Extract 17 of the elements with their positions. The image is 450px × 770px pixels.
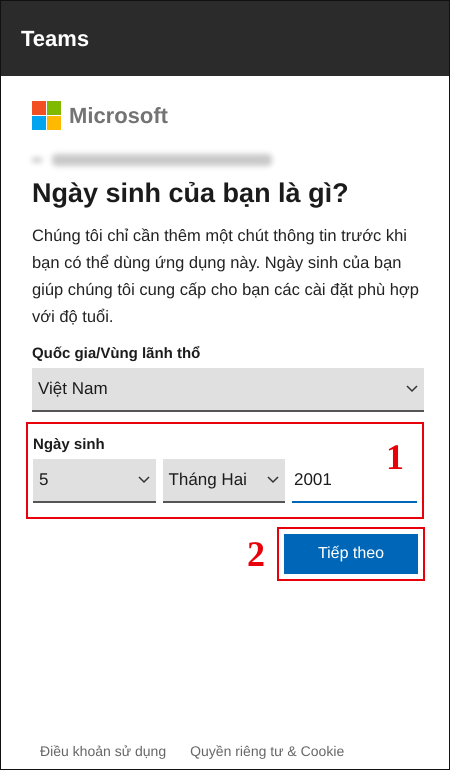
chevron-icon bbox=[406, 385, 418, 393]
page-heading: Ngày sinh của bạn là gì? bbox=[32, 178, 350, 209]
windows-logo-icon bbox=[32, 101, 61, 130]
chevron-icon bbox=[267, 476, 279, 484]
month-select[interactable]: Tháng Hai bbox=[162, 459, 285, 503]
footer-link[interactable]: Quyền riêng tư & Cookie bbox=[190, 743, 344, 759]
annotation-number: 2 bbox=[247, 533, 265, 575]
next-button[interactable]: Tiếp theo bbox=[284, 534, 418, 574]
country-label: Quốc gia/Vùng lãnh thổ bbox=[32, 345, 202, 362]
birthdate-label: Ngày sinh bbox=[33, 436, 106, 453]
day-select[interactable]: 5 bbox=[33, 459, 156, 503]
country-select[interactable]: Việt Nam bbox=[32, 368, 424, 412]
footer-link[interactable]: Điều khoản sử dụng bbox=[40, 743, 166, 759]
chevron-icon bbox=[138, 476, 150, 484]
app-title: Teams bbox=[21, 26, 90, 52]
description-text: Chúng tôi chỉ cần thêm một chút thông tin trước khi bạn có thể dùng ứng dụng này. Ngày sinh của bạn giúp chúng tôi cung cấp cho bạn các cài đặt phù hợp với độ tuổi. bbox=[32, 226, 420, 328]
logo-text: Microsoft bbox=[69, 102, 168, 128]
